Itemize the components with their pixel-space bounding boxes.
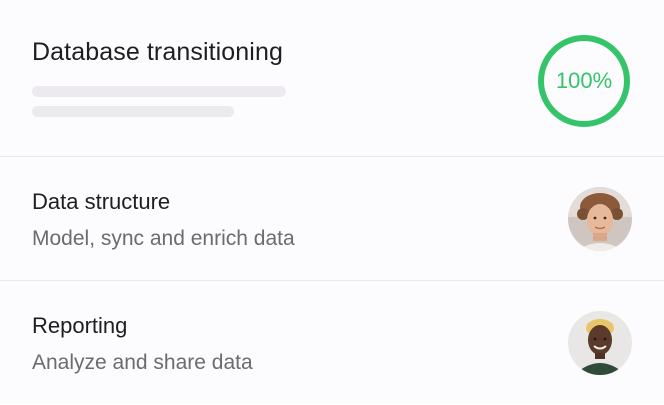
skeleton-line (32, 86, 286, 97)
list-item-title: Data structure (32, 189, 171, 214)
list-item-title: Reporting (32, 313, 128, 338)
list-item-subtitle: Analyze and share data (32, 351, 253, 374)
skeleton-line (32, 106, 234, 117)
project-card: Database transitioning 100% Data structu… (0, 0, 664, 404)
avatar[interactable] (568, 311, 632, 375)
project-title: Database transitioning (32, 38, 283, 66)
list-item-subtitle: Model, sync and enrich data (32, 227, 295, 250)
person-avatar-icon (568, 311, 632, 375)
avatar[interactable] (568, 187, 632, 251)
progress-label: 100% (555, 68, 613, 93)
progress-ring: 100% (536, 33, 632, 129)
list-item-data-structure[interactable]: Data structure Model, sync and enrich da… (0, 157, 664, 281)
list-item-reporting[interactable]: Reporting Analyze and share data (0, 281, 664, 405)
person-avatar-icon (568, 187, 632, 251)
project-header: Database transitioning 100% (0, 0, 664, 157)
